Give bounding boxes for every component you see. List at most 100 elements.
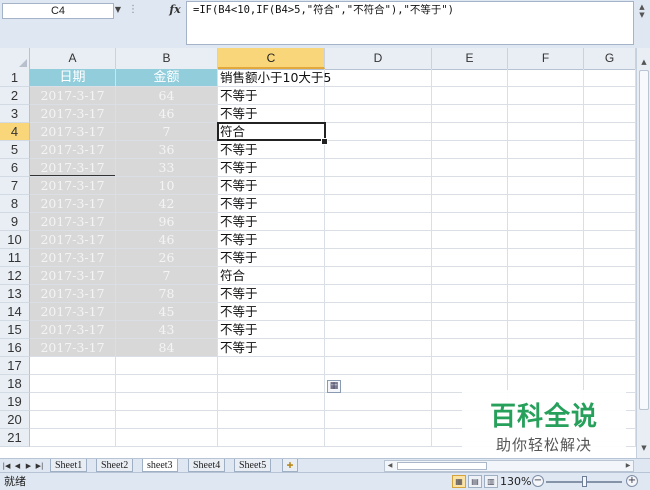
amount-cell[interactable]: 64: [116, 87, 218, 105]
empty-cell[interactable]: [325, 321, 432, 339]
empty-cell[interactable]: [432, 321, 508, 339]
amount-cell[interactable]: 96: [116, 213, 218, 231]
result-cell[interactable]: 不等于: [218, 177, 325, 195]
empty-cell[interactable]: [508, 105, 584, 123]
scroll-left-icon[interactable]: ◀: [385, 461, 395, 471]
date-cell[interactable]: 2017-3-17: [30, 339, 116, 357]
empty-cell[interactable]: [116, 375, 218, 393]
empty-cell[interactable]: [325, 87, 432, 105]
cell-d1[interactable]: [325, 69, 432, 87]
amount-cell[interactable]: 7: [116, 123, 218, 141]
column-header-d[interactable]: D: [325, 48, 432, 69]
empty-cell[interactable]: [584, 213, 636, 231]
empty-cell[interactable]: [218, 357, 325, 375]
date-cell[interactable]: 2017-3-17: [30, 87, 116, 105]
empty-cell[interactable]: [508, 231, 584, 249]
empty-cell[interactable]: [432, 105, 508, 123]
empty-cell[interactable]: [325, 249, 432, 267]
last-sheet-icon[interactable]: ▶|: [35, 459, 44, 473]
empty-cell[interactable]: [432, 123, 508, 141]
empty-cell[interactable]: [218, 429, 325, 447]
amount-cell[interactable]: 7: [116, 267, 218, 285]
amount-cell[interactable]: 42: [116, 195, 218, 213]
row-header[interactable]: 19: [0, 393, 30, 411]
row-header[interactable]: 10: [0, 231, 30, 249]
empty-cell[interactable]: [432, 87, 508, 105]
empty-cell[interactable]: [508, 249, 584, 267]
name-box[interactable]: C4: [2, 3, 114, 19]
insert-function-icon[interactable]: fx: [166, 3, 184, 17]
scroll-right-icon[interactable]: ▶: [623, 461, 633, 471]
column-header-c[interactable]: C: [218, 48, 325, 69]
empty-cell[interactable]: [584, 321, 636, 339]
result-cell[interactable]: 不等于: [218, 249, 325, 267]
empty-cell[interactable]: [325, 213, 432, 231]
result-cell[interactable]: 不等于: [218, 195, 325, 213]
empty-cell[interactable]: [432, 285, 508, 303]
row-header-active[interactable]: 4: [0, 123, 30, 141]
empty-cell[interactable]: [116, 393, 218, 411]
empty-cell[interactable]: [30, 357, 116, 375]
empty-cell[interactable]: [116, 357, 218, 375]
empty-cell[interactable]: [432, 159, 508, 177]
date-cell[interactable]: 2017-3-17: [30, 285, 116, 303]
date-cell[interactable]: 2017-3-17: [30, 123, 116, 141]
empty-cell[interactable]: [116, 429, 218, 447]
date-cell[interactable]: 2017-3-17: [30, 105, 116, 123]
row-header[interactable]: 11: [0, 249, 30, 267]
amount-cell[interactable]: 26: [116, 249, 218, 267]
select-all-corner[interactable]: [0, 48, 30, 69]
empty-cell[interactable]: [218, 411, 325, 429]
empty-cell[interactable]: [30, 429, 116, 447]
result-cell[interactable]: 不等于: [218, 87, 325, 105]
vertical-scroll-thumb[interactable]: [639, 70, 649, 410]
empty-cell[interactable]: [325, 285, 432, 303]
amount-cell[interactable]: 10: [116, 177, 218, 195]
amount-cell[interactable]: 84: [116, 339, 218, 357]
row-header[interactable]: 13: [0, 285, 30, 303]
empty-cell[interactable]: [432, 357, 508, 375]
date-cell[interactable]: 2017-3-17: [30, 195, 116, 213]
result-cell[interactable]: 不等于: [218, 285, 325, 303]
horizontal-scrollbar[interactable]: ◀ ▶: [384, 460, 634, 472]
empty-cell[interactable]: [432, 267, 508, 285]
amount-cell[interactable]: 36: [116, 141, 218, 159]
empty-cell[interactable]: [325, 267, 432, 285]
vertical-scrollbar[interactable]: ▲ ▼: [636, 48, 650, 458]
zoom-in-icon[interactable]: +: [626, 475, 638, 487]
result-cell[interactable]: 符合: [218, 267, 325, 285]
empty-cell[interactable]: [584, 357, 636, 375]
formula-input[interactable]: =IF(B4<10,IF(B4>5,"符合","不符合"),"不等于"): [186, 1, 634, 45]
cell-c1[interactable]: 销售额小于10大于5: [218, 69, 331, 87]
row-header[interactable]: 16: [0, 339, 30, 357]
cell-e1[interactable]: [432, 69, 508, 87]
row-header[interactable]: 2: [0, 87, 30, 105]
scroll-down-icon[interactable]: ▼: [638, 442, 650, 454]
cell-a1[interactable]: 日期: [30, 69, 116, 87]
empty-cell[interactable]: [432, 195, 508, 213]
empty-cell[interactable]: [325, 195, 432, 213]
result-cell-selected[interactable]: 符合: [218, 123, 325, 141]
empty-cell[interactable]: [584, 159, 636, 177]
empty-cell[interactable]: [508, 321, 584, 339]
row-header[interactable]: 17: [0, 357, 30, 375]
empty-cell[interactable]: [432, 231, 508, 249]
empty-cell[interactable]: [508, 141, 584, 159]
cell-b1[interactable]: 金额: [116, 69, 218, 87]
empty-cell[interactable]: [325, 429, 432, 447]
result-cell[interactable]: 不等于: [218, 105, 325, 123]
sheet-tab-2[interactable]: Sheet2: [96, 459, 134, 472]
column-header-g[interactable]: G: [584, 48, 636, 69]
sheet-tab-3[interactable]: sheet3: [142, 459, 178, 472]
empty-cell[interactable]: [508, 303, 584, 321]
row-header[interactable]: 18: [0, 375, 30, 393]
empty-cell[interactable]: [508, 87, 584, 105]
empty-cell[interactable]: [432, 249, 508, 267]
empty-cell[interactable]: [584, 249, 636, 267]
amount-cell[interactable]: 46: [116, 105, 218, 123]
result-cell[interactable]: 不等于: [218, 231, 325, 249]
date-cell[interactable]: 2017-3-17: [30, 303, 116, 321]
date-cell[interactable]: 2017-3-17: [30, 213, 116, 231]
empty-cell[interactable]: [584, 123, 636, 141]
empty-cell[interactable]: [218, 375, 325, 393]
